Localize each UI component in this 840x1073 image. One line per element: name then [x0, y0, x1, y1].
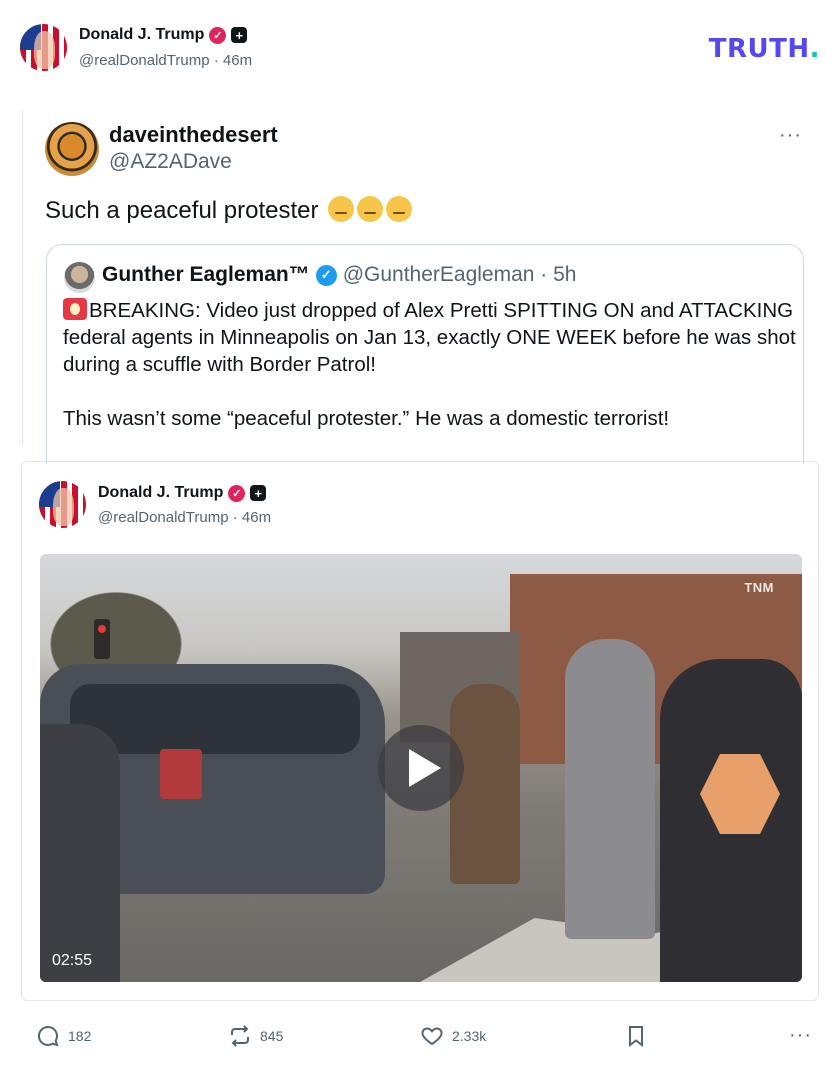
author-meta: @realDonaldTrump · 46m	[79, 52, 252, 69]
reply-icon	[37, 1025, 59, 1047]
verified-icon: ✓	[209, 26, 227, 44]
quoted-author-handle[interactable]: @AZ2ADave	[109, 150, 232, 174]
truth-logo-text: TRUTH	[708, 34, 810, 64]
quoted-author-name[interactable]: daveinthedesert	[109, 122, 278, 148]
heart-icon	[421, 1027, 443, 1046]
video-player[interactable]: TNM 02:55	[40, 554, 802, 982]
nested-quote-avatar[interactable]	[64, 262, 95, 293]
like-button[interactable]: 2.33k	[420, 1024, 486, 1048]
nested-quote-paragraph-1: BREAKING: Video just dropped of Alex Pre…	[63, 299, 796, 376]
quoted-post-text-content: Such a peaceful protester	[45, 197, 319, 224]
reply-count: 182	[68, 1028, 92, 1044]
nested-quote-meta: @GuntherEagleman · 5h	[342, 263, 577, 286]
post-time[interactable]: 46m	[242, 509, 271, 526]
bookmark-icon	[629, 1026, 643, 1047]
thinking-face-icon	[328, 196, 355, 222]
meta-separator: ·	[213, 52, 223, 69]
verified-icon: ✓	[315, 264, 337, 286]
reply-button[interactable]: 182	[36, 1024, 91, 1048]
nested-quote-body: BREAKING: Video just dropped of Alex Pre…	[63, 297, 798, 432]
video-scene-traffic-signal	[94, 619, 110, 659]
play-button-icon[interactable]	[378, 725, 464, 811]
confused-face-icon	[386, 196, 413, 222]
author-row: Donald J. Trump ✓ +	[79, 26, 248, 44]
quoted-post-card[interactable]: daveinthedesert @AZ2ADave ··· Such a pea…	[22, 110, 820, 464]
nested-quote-header: Gunther Eagleman™ ✓ @GuntherEagleman · 5…	[102, 263, 576, 287]
plus-badge-icon: +	[231, 27, 248, 43]
video-scene-person	[40, 724, 120, 982]
author-name[interactable]: Donald J. Trump	[98, 484, 223, 502]
truth-logo[interactable]: TRUTH.	[709, 34, 820, 64]
more-options-icon[interactable]: ···	[779, 124, 802, 147]
main-post-card[interactable]: Donald J. Trump ✓ + @realDonaldTrump · 4…	[21, 461, 819, 1001]
siren-icon	[63, 298, 87, 320]
action-bar: 182 845 2.33k ···	[36, 1020, 812, 1050]
video-watermark: TNM	[744, 580, 774, 595]
truth-logo-dot: .	[809, 34, 820, 64]
nested-quote-paragraph-2: This wasn’t some “peaceful protester.” H…	[63, 407, 670, 430]
video-duration: 02:55	[52, 952, 93, 969]
author-handle[interactable]: @realDonaldTrump	[79, 52, 210, 69]
like-count: 2.33k	[452, 1028, 487, 1044]
nested-quote-author[interactable]: Gunther Eagleman™	[102, 263, 310, 287]
author-meta: @realDonaldTrump · 46m	[98, 509, 271, 526]
quoted-post-text: Such a peaceful protester	[45, 196, 413, 225]
retruth-count: 845	[260, 1028, 284, 1044]
nested-quote-paragraph: BREAKING: Video just dropped of Alex Pre…	[63, 297, 798, 378]
bookmark-button[interactable]	[624, 1024, 648, 1048]
post-time[interactable]: 46m	[223, 52, 252, 69]
confused-face-icon	[357, 196, 384, 222]
avatar[interactable]	[20, 24, 67, 71]
verified-icon: ✓	[228, 484, 246, 502]
quoted-author-avatar[interactable]	[45, 122, 99, 176]
meta-separator: ·	[232, 509, 242, 526]
video-scene-person	[565, 639, 655, 939]
avatar[interactable]	[39, 481, 86, 528]
post-header: Donald J. Trump ✓ + @realDonaldTrump · 4…	[20, 24, 820, 74]
author-name[interactable]: Donald J. Trump	[79, 26, 204, 44]
nested-quote-card[interactable]: Gunther Eagleman™ ✓ @GuntherEagleman · 5…	[46, 244, 804, 464]
video-scene-taillight	[160, 749, 202, 799]
author-handle[interactable]: @realDonaldTrump	[98, 509, 229, 526]
plus-badge-icon: +	[250, 485, 267, 501]
author-row: Donald J. Trump ✓ +	[98, 484, 267, 502]
retruth-icon	[231, 1025, 249, 1047]
more-options-icon[interactable]: ···	[789, 1024, 812, 1047]
retruth-button[interactable]: 845	[228, 1024, 283, 1048]
